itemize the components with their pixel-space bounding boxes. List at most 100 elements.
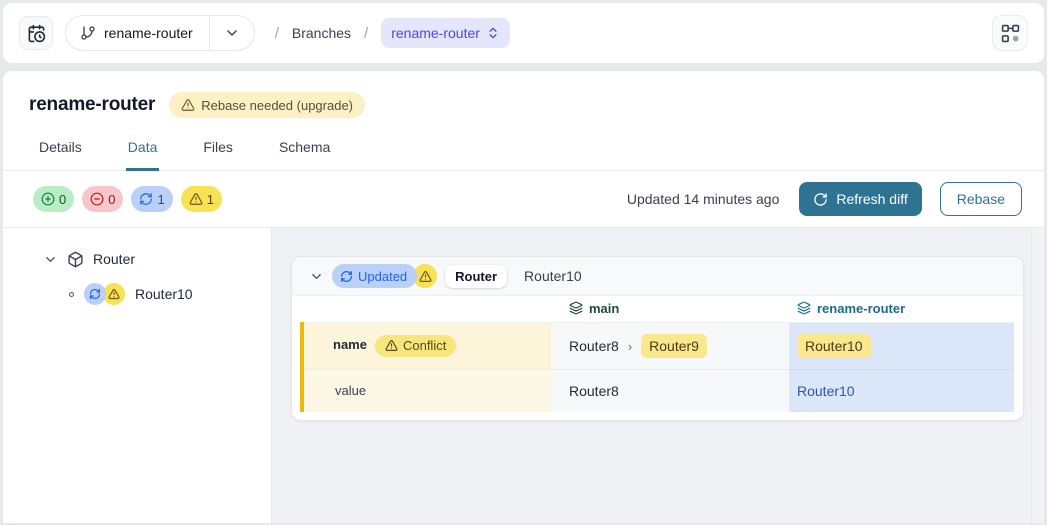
diff-stats-row: 0 0 1 1 Updated 14 minutes ago	[3, 171, 1044, 227]
updated-dot-badge	[84, 283, 106, 305]
conflict-pill: Conflict	[375, 335, 456, 357]
history-button[interactable]	[19, 16, 53, 50]
base-value-cell: Router8	[551, 369, 789, 412]
refresh-diff-label: Refresh diff	[836, 191, 907, 207]
box-icon	[67, 251, 84, 268]
git-branch-icon	[80, 25, 96, 41]
added-count-badge: 0	[33, 186, 74, 212]
refresh-icon	[89, 288, 101, 300]
updated-count-badge: 1	[131, 186, 172, 212]
rebase-needed-label: Rebase needed (upgrade)	[201, 98, 353, 113]
removed-count: 0	[108, 192, 115, 207]
breadcrumb-branch-dropdown[interactable]: rename-router	[381, 18, 510, 48]
compare-value: Router10	[797, 383, 855, 399]
rotate-cw-icon	[813, 192, 828, 207]
added-count: 0	[59, 192, 66, 207]
updated-status-label: Updated	[358, 269, 407, 284]
warning-triangle-icon	[385, 339, 398, 352]
branch-selector-label: rename-router	[104, 25, 193, 41]
warning-triangle-icon	[189, 192, 203, 206]
branch-selector-current[interactable]: rename-router	[66, 16, 209, 50]
entity-type-badge: Router	[445, 265, 507, 288]
entity-name: Router10	[524, 268, 582, 284]
branch-selector-caret[interactable]	[210, 16, 254, 50]
warning-triangle-icon	[419, 270, 432, 283]
base-branch-column-header: main	[551, 296, 789, 322]
bullet-icon	[69, 292, 74, 297]
tab-bar: Details Data Files Schema	[3, 139, 1044, 171]
branch-selector[interactable]: rename-router	[65, 15, 255, 51]
page-title: rename-router	[29, 94, 155, 116]
tab-files[interactable]: Files	[201, 139, 235, 171]
removed-count-badge: 0	[82, 186, 123, 212]
breadcrumb-branches-link[interactable]: Branches	[292, 25, 351, 41]
layers-icon	[797, 301, 811, 315]
compare-branch-column-header: rename-router	[789, 296, 1014, 322]
updated-count: 1	[157, 192, 164, 207]
chevron-down-icon	[224, 25, 240, 41]
rebase-needed-badge: Rebase needed (upgrade)	[169, 92, 365, 118]
page-header: rename-router Rebase needed (upgrade)	[3, 71, 1044, 118]
tab-schema[interactable]: Schema	[277, 139, 332, 171]
breadcrumb-branch-label: rename-router	[391, 25, 480, 41]
base-value: Router8	[569, 383, 619, 399]
app-window: rename-router / Branches / rename-router	[2, 2, 1045, 523]
base-value-cell: Router8 › Router9	[551, 322, 789, 369]
apps-menu-button[interactable]	[992, 15, 1028, 51]
diff-card-header: Updated Router Router10	[292, 257, 1023, 296]
base-branch-label: main	[589, 301, 619, 316]
layers-icon	[569, 301, 583, 315]
compare-value-cell: Router10	[789, 369, 1014, 412]
content-split: Router	[3, 227, 1044, 523]
top-bar: rename-router / Branches / rename-router	[2, 2, 1045, 64]
breadcrumb-separator: /	[275, 25, 279, 42]
field-name-cell: name Conflict	[302, 322, 551, 369]
vertical-scrollbar[interactable]	[1031, 228, 1044, 523]
tree-item-router10-label: Router10	[135, 286, 193, 302]
field-name: name	[333, 337, 367, 352]
tree-item-router-label: Router	[93, 251, 135, 267]
field-column-header	[302, 296, 551, 322]
compare-value-cell: Router10	[789, 322, 1014, 369]
chevron-down-icon[interactable]	[43, 252, 58, 267]
field-name-cell: value	[302, 369, 551, 412]
collapse-chevron-icon[interactable]	[304, 269, 328, 284]
refresh-icon	[139, 192, 153, 206]
tree-item-router[interactable]: Router	[43, 246, 271, 272]
refresh-icon	[340, 270, 353, 283]
diff-table-header-row: main rename-router	[302, 296, 1014, 322]
calendar-clock-icon	[27, 24, 46, 43]
diff-card: Updated Router Router10	[291, 256, 1024, 421]
base-new-value-highlight: Router9	[641, 334, 707, 358]
field-name: value	[335, 383, 366, 398]
last-updated-text: Updated 14 minutes ago	[627, 191, 780, 207]
tree-item-router10[interactable]: Router10	[69, 281, 271, 307]
conflict-dot-badge	[103, 283, 125, 305]
warning-triangle-icon	[181, 98, 195, 112]
warning-triangle-icon	[108, 288, 120, 300]
table-row: value Router8 Router10	[302, 369, 1014, 412]
main-panel: rename-router Rebase needed (upgrade) De…	[2, 70, 1045, 523]
rebase-button[interactable]: Rebase	[940, 182, 1022, 216]
circle-plus-icon	[41, 192, 55, 206]
conflict-count-badge: 1	[181, 186, 222, 212]
tab-data[interactable]: Data	[126, 139, 160, 171]
circle-minus-icon	[90, 192, 104, 206]
diff-table: main rename-router name Conflict	[300, 296, 1014, 412]
base-old-value: Router8	[569, 338, 619, 354]
conflict-pill-label: Conflict	[403, 338, 446, 353]
diff-area: Updated Router Router10	[272, 228, 1044, 523]
chevrons-up-down-icon	[486, 26, 500, 40]
app-grid-icon	[1001, 24, 1020, 43]
updated-status-badge: Updated	[332, 264, 417, 288]
change-status-badges	[84, 283, 125, 305]
object-tree-panel: Router	[3, 228, 272, 523]
compare-branch-label: rename-router	[817, 301, 905, 316]
table-row: name Conflict Router8 › Router9 Router10	[302, 322, 1014, 369]
change-arrow: ›	[628, 339, 632, 354]
tab-details[interactable]: Details	[37, 139, 84, 171]
refresh-diff-button[interactable]: Refresh diff	[799, 182, 921, 216]
compare-value-highlight: Router10	[797, 334, 871, 358]
conflict-count: 1	[207, 192, 214, 207]
breadcrumb-separator: /	[364, 25, 368, 42]
